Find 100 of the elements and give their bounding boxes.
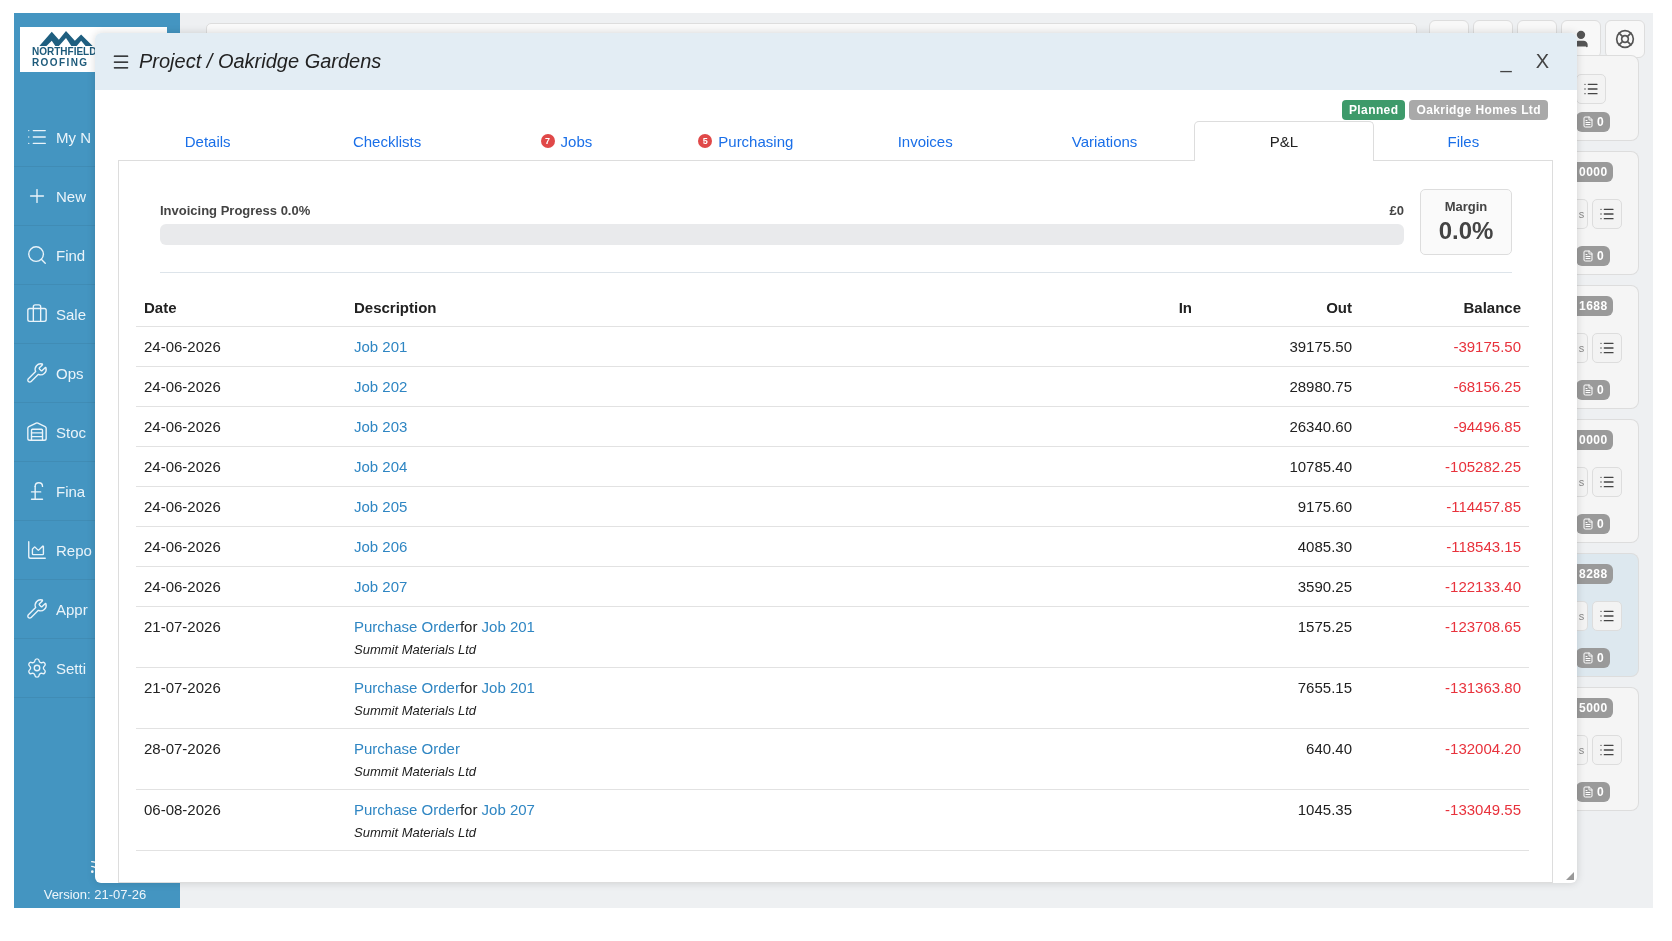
status-badge: Oakridge Homes Ltd <box>1409 100 1548 120</box>
logo-text: NORTHFIELD <box>32 46 97 57</box>
link[interactable]: Job 201 <box>354 338 408 355</box>
document-count-badge: 0 <box>1576 380 1610 400</box>
tab[interactable]: P&L <box>1194 121 1374 161</box>
balance-text: -39175.50 <box>1453 338 1521 355</box>
date-text: 24-06-2026 <box>144 338 221 355</box>
balance-text: -94496.85 <box>1453 418 1521 435</box>
date-text: 28-07-2026 <box>144 740 221 757</box>
balance-text: -132004.20 <box>1445 740 1521 757</box>
link[interactable]: Job 203 <box>354 418 408 435</box>
date-text: 24-06-2026 <box>144 498 221 515</box>
list-button[interactable] <box>1592 735 1622 765</box>
supplier-text: Summit Materials Ltd <box>354 763 477 781</box>
column-header: Out <box>1200 288 1360 327</box>
amount-text: 3590.25 <box>1297 578 1352 595</box>
link[interactable]: Purchase Order <box>354 618 460 635</box>
link[interactable]: Job 205 <box>354 498 408 515</box>
minimize-button[interactable]: _ <box>1492 50 1520 73</box>
link[interactable]: Job 201 <box>477 679 535 696</box>
link[interactable]: Job 204 <box>354 458 408 475</box>
link[interactable]: Job 207 <box>477 801 535 818</box>
link[interactable]: Purchase Order <box>354 801 460 818</box>
progress-label: Invoicing Progress 0.0% <box>160 203 311 218</box>
count-badge: 7 <box>540 134 555 148</box>
document-icon <box>1582 652 1594 664</box>
supplier-text: Summit Materials Ltd <box>354 702 477 720</box>
document-icon <box>1582 786 1594 798</box>
amount-text: 10785.40 <box>1289 458 1352 475</box>
date-text: 24-06-2026 <box>144 458 221 475</box>
date-text: 24-06-2026 <box>144 378 221 395</box>
status-badge: Planned <box>1341 100 1406 120</box>
help-button[interactable] <box>1605 20 1645 58</box>
amount-text: 1575.25 <box>1297 618 1352 635</box>
document-icon <box>1582 518 1594 530</box>
link[interactable]: Job 201 <box>477 618 535 635</box>
description-text: for <box>459 679 478 696</box>
list-icon <box>1599 474 1615 490</box>
list-button[interactable] <box>1592 601 1622 631</box>
link[interactable]: Job 202 <box>354 378 408 395</box>
date-text: 24-06-2026 <box>144 418 221 435</box>
logo-text: ROOFING <box>32 57 89 68</box>
wrench-icon <box>26 598 48 620</box>
list-button[interactable] <box>1592 199 1622 229</box>
balance-text: -68156.25 <box>1453 378 1521 395</box>
balance-text: -133049.55 <box>1445 801 1521 818</box>
column-header: Balance <box>1360 288 1529 327</box>
list-icon <box>1599 742 1615 758</box>
search-icon <box>26 244 48 266</box>
amount-badge: 0000 <box>1576 162 1613 182</box>
document-count-badge: 0 <box>1576 782 1610 802</box>
document-icon <box>1582 116 1594 128</box>
list-button[interactable] <box>1592 467 1622 497</box>
amount-text: 26340.60 <box>1289 418 1352 435</box>
document-icon <box>1582 250 1594 262</box>
link[interactable]: Purchase Order <box>354 679 460 696</box>
amount-badge: 8288 <box>1576 564 1613 584</box>
balance-text: -131363.80 <box>1445 679 1521 696</box>
document-count-badge: 0 <box>1576 112 1610 132</box>
list-icon <box>1599 340 1615 356</box>
version-text: Version: 21-07-26 <box>43 887 147 902</box>
count-badge: 5 <box>698 134 713 148</box>
close-button[interactable]: X <box>1527 50 1557 73</box>
description-text: for <box>459 618 478 635</box>
margin-label: Margin <box>1444 199 1488 214</box>
date-text: 24-06-2026 <box>144 578 221 595</box>
amount-text: 7655.15 <box>1297 679 1352 696</box>
settings-icon <box>26 657 48 679</box>
date-text: 21-07-2026 <box>144 618 221 635</box>
resize-grip-icon[interactable] <box>1566 872 1574 880</box>
briefcase-icon <box>26 303 48 325</box>
balance-text: -123708.65 <box>1445 618 1521 635</box>
area-chart-icon <box>26 539 48 561</box>
amount-text: 4085.30 <box>1297 538 1352 555</box>
document-count-badge: 0 <box>1576 648 1610 668</box>
date-text: 21-07-2026 <box>144 679 221 696</box>
list-icon <box>1583 81 1599 97</box>
document-count-badge: 0 <box>1576 514 1610 534</box>
column-header: Date <box>136 288 346 327</box>
link[interactable]: Job 207 <box>354 578 408 595</box>
list-button[interactable] <box>1576 74 1606 104</box>
balance-text: -105282.25 <box>1445 458 1521 475</box>
amount-text: 9175.60 <box>1297 498 1352 515</box>
balance-text: -122133.40 <box>1445 578 1521 595</box>
supplier-text: Summit Materials Ltd <box>354 641 477 659</box>
list-icon <box>1599 206 1615 222</box>
amount-badge: 1688 <box>1576 296 1613 316</box>
document-icon <box>1582 384 1594 396</box>
amount-text: 1045.35 <box>1297 801 1352 818</box>
amount-badge: 0000 <box>1576 430 1613 450</box>
column-header: In <box>1050 288 1200 327</box>
invoiced-amount: £0 <box>1389 203 1404 218</box>
link[interactable]: Job 206 <box>354 538 408 555</box>
amount-text: 28980.75 <box>1289 378 1352 395</box>
link[interactable]: Purchase Order <box>354 740 460 757</box>
amount-badge: 5000 <box>1576 698 1613 718</box>
shelves-icon <box>26 421 48 443</box>
amount-text: 640.40 <box>1306 740 1352 757</box>
list-button[interactable] <box>1592 333 1622 363</box>
supplier-text: Summit Materials Ltd <box>354 824 477 842</box>
